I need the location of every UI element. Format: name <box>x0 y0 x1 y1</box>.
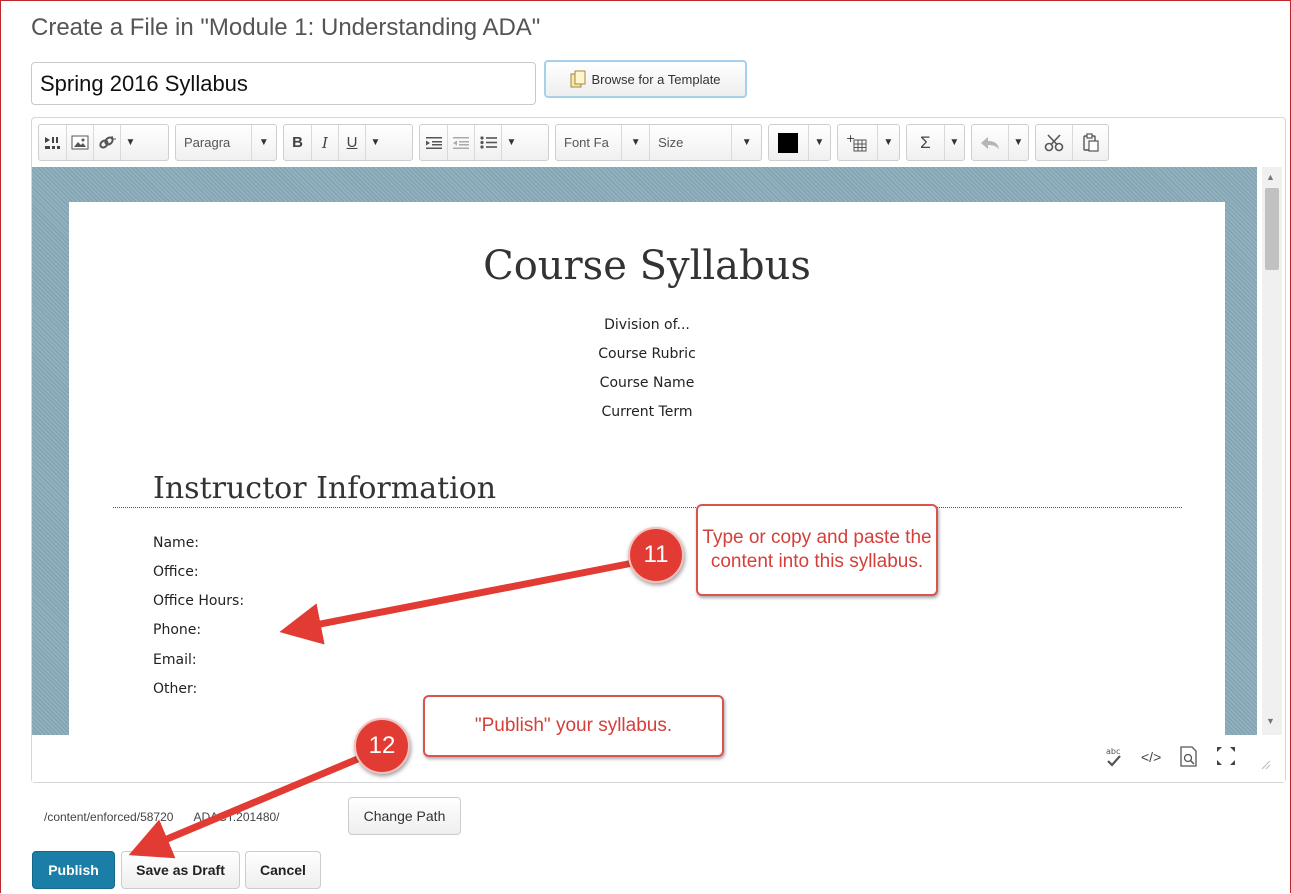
annotation-arrows <box>128 559 634 859</box>
annotation-badge-11: 11 <box>628 527 684 583</box>
arrow-12 <box>128 754 362 859</box>
annotation-badge-12: 12 <box>354 718 410 774</box>
arrow-11 <box>279 559 634 645</box>
annotation-callout-11: Type or copy and paste the content into … <box>696 504 938 596</box>
annotation-callout-12: "Publish" your syllabus. <box>423 695 724 757</box>
